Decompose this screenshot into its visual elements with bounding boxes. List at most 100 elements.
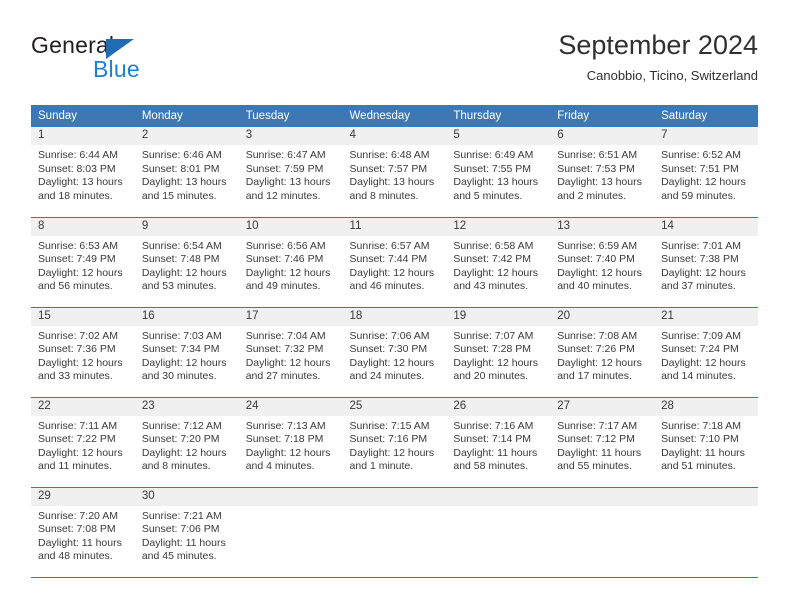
calendar-day-cell[interactable]: 22 Sunrise: 7:11 AM Sunset: 7:22 PM Dayligh…: [31, 397, 135, 488]
day-details: Sunrise: 7:18 AM Sunset: 7:10 PM Daylight:…: [654, 416, 758, 474]
day-number: 8: [31, 217, 135, 236]
day-number: 23: [134, 397, 239, 416]
sunrise-time: Sunrise: 6:56 AM: [245, 239, 326, 252]
sunrise-time: Sunrise: 7:06 AM: [349, 329, 430, 342]
day-number: 7: [654, 127, 758, 145]
sunrise-time: Sunrise: 6:53 AM: [38, 239, 118, 252]
day-details: Sunrise: 6:44 AM Sunset: 8:03 PM Daylight:…: [31, 145, 135, 203]
calendar-day-cell[interactable]: 12 Sunrise: 6:58 AM Sunset: 7:42 PM Dayligh…: [446, 217, 551, 308]
daylight-line1: Daylight: 12 hours: [349, 446, 435, 459]
daylight-line2: and 17 minutes.: [557, 370, 632, 383]
sunset-time: Sunset: 7:18 PM: [245, 433, 324, 446]
sunset-time: Sunset: 7:46 PM: [245, 253, 324, 266]
daylight-line1: Daylight: 12 hours: [38, 356, 123, 369]
calendar-day-cell[interactable]: 11 Sunrise: 6:57 AM Sunset: 7:44 PM Dayligh…: [342, 217, 447, 308]
calendar-day-cell[interactable]: 27 Sunrise: 7:17 AM Sunset: 7:12 PM Dayligh…: [550, 397, 655, 488]
sunrise-time: Sunrise: 7:20 AM: [38, 509, 118, 522]
sunset-time: Sunset: 7:14 PM: [453, 433, 532, 446]
calendar-day-cell[interactable]: 30 Sunrise: 7:21 AM Sunset: 7:06 PM Dayligh…: [134, 487, 239, 578]
column-header-tuesday: Tuesday: [238, 105, 343, 127]
calendar-day-cell[interactable]: 8 Sunrise: 6:53 AM Sunset: 7:49 PM Daylight…: [31, 217, 135, 308]
calendar-day-cell[interactable]: 24 Sunrise: 7:13 AM Sunset: 7:18 PM Dayligh…: [238, 397, 343, 488]
day-details: Sunrise: 7:20 AM Sunset: 7:08 PM Daylight:…: [31, 506, 135, 564]
sunrise-time: Sunrise: 7:02 AM: [38, 329, 118, 342]
calendar-day-cell[interactable]: 15 Sunrise: 7:02 AM Sunset: 7:36 PM Dayligh…: [31, 307, 135, 398]
calendar-day-cell[interactable]: 5 Sunrise: 6:49 AM Sunset: 7:55 PM Daylight…: [446, 127, 551, 218]
sunrise-time: Sunrise: 7:16 AM: [453, 419, 534, 432]
day-details: Sunrise: 7:13 AM Sunset: 7:18 PM Daylight:…: [239, 416, 343, 474]
day-number: 13: [550, 217, 655, 236]
calendar-day-cell[interactable]: 28 Sunrise: 7:18 AM Sunset: 7:10 PM Dayligh…: [654, 397, 758, 488]
calendar-day-cell[interactable]: 7 Sunrise: 6:52 AM Sunset: 7:51 PM Daylight…: [654, 127, 758, 218]
calendar-page: General Blue September 2024 Canobbio, Ti…: [0, 0, 792, 612]
sunset-time: Sunset: 7:24 PM: [661, 343, 739, 356]
sunset-time: Sunset: 7:34 PM: [141, 343, 220, 356]
sunset-time: Sunset: 7:06 PM: [141, 523, 220, 536]
calendar-day-cell[interactable]: 19 Sunrise: 7:07 AM Sunset: 7:28 PM Dayligh…: [446, 307, 551, 398]
sunset-time: Sunset: 7:40 PM: [557, 253, 635, 266]
general-blue-logo[interactable]: General Blue: [31, 32, 251, 94]
sunrise-time: Sunrise: 6:47 AM: [245, 149, 326, 161]
daylight-line2: and 4 minutes.: [245, 460, 315, 473]
calendar-day-cell[interactable]: 18 Sunrise: 7:06 AM Sunset: 7:30 PM Dayligh…: [342, 307, 447, 398]
day-number: 16: [134, 307, 239, 326]
daylight-line1: Daylight: 13 hours: [557, 176, 642, 189]
calendar-day-cell[interactable]: 3 Sunrise: 6:47 AM Sunset: 7:59 PM Daylight…: [238, 127, 343, 218]
calendar-day-cell[interactable]: 14 Sunrise: 7:01 AM Sunset: 7:38 PM Dayligh…: [654, 217, 758, 308]
calendar-table: Sunday Monday Tuesday Wednesday Thursday…: [31, 105, 758, 578]
daylight-line2: and 24 minutes.: [349, 370, 425, 383]
daylight-line2: and 12 minutes.: [245, 189, 321, 202]
calendar-empty-cell: [654, 487, 758, 578]
day-number: 19: [446, 307, 551, 326]
daylight-line1: Daylight: 11 hours: [557, 446, 642, 459]
daylight-line2: and 37 minutes.: [661, 280, 736, 293]
page-header: General Blue September 2024 Canobbio, Ti…: [31, 28, 758, 100]
daylight-line1: Daylight: 12 hours: [661, 176, 746, 189]
sunset-time: Sunset: 7:38 PM: [661, 253, 739, 266]
sunset-time: Sunset: 7:48 PM: [141, 253, 220, 266]
calendar-day-cell[interactable]: 9 Sunrise: 6:54 AM Sunset: 7:48 PM Daylight…: [134, 217, 239, 308]
day-details: Sunrise: 6:54 AM Sunset: 7:48 PM Daylight:…: [135, 236, 239, 294]
sunrise-time: Sunrise: 7:21 AM: [141, 509, 222, 522]
daylight-line2: and 30 minutes.: [141, 370, 217, 383]
sunset-time: Sunset: 8:01 PM: [141, 162, 220, 175]
daylight-line1: Daylight: 12 hours: [349, 356, 435, 369]
calendar-day-cell[interactable]: 20 Sunrise: 7:08 AM Sunset: 7:26 PM Dayligh…: [550, 307, 655, 398]
calendar-day-cell[interactable]: 29 Sunrise: 7:20 AM Sunset: 7:08 PM Dayligh…: [31, 487, 135, 578]
daylight-line1: Daylight: 12 hours: [661, 356, 746, 369]
sunset-time: Sunset: 8:03 PM: [38, 162, 116, 175]
sunrise-time: Sunrise: 7:18 AM: [661, 419, 742, 432]
daylight-line1: Daylight: 12 hours: [141, 446, 227, 459]
calendar-day-cell[interactable]: 10 Sunrise: 6:56 AM Sunset: 7:46 PM Dayligh…: [238, 217, 343, 308]
day-details: Sunrise: 7:06 AM Sunset: 7:30 PM Daylight:…: [343, 326, 447, 384]
sunset-time: Sunset: 7:28 PM: [453, 343, 532, 356]
calendar-day-cell[interactable]: 13 Sunrise: 6:59 AM Sunset: 7:40 PM Dayligh…: [550, 217, 655, 308]
day-details: Sunrise: 6:59 AM Sunset: 7:40 PM Daylight:…: [550, 236, 654, 294]
calendar-day-cell[interactable]: 4 Sunrise: 6:48 AM Sunset: 7:57 PM Daylight…: [342, 127, 447, 218]
day-details: Sunrise: 6:46 AM Sunset: 8:01 PM Daylight:…: [135, 145, 239, 203]
calendar-day-cell[interactable]: 6 Sunrise: 6:51 AM Sunset: 7:53 PM Daylight…: [550, 127, 655, 218]
day-number: [654, 487, 758, 506]
daylight-line1: Daylight: 12 hours: [245, 266, 331, 279]
calendar-day-cell[interactable]: 16 Sunrise: 7:03 AM Sunset: 7:34 PM Dayligh…: [134, 307, 239, 398]
calendar-day-cell[interactable]: 21 Sunrise: 7:09 AM Sunset: 7:24 PM Dayligh…: [654, 307, 758, 398]
daylight-line1: Daylight: 13 hours: [349, 176, 435, 189]
calendar-header-row: Sunday Monday Tuesday Wednesday Thursday…: [31, 105, 758, 127]
sunset-time: Sunset: 7:57 PM: [349, 162, 428, 175]
calendar-day-cell[interactable]: 17 Sunrise: 7:04 AM Sunset: 7:32 PM Dayligh…: [238, 307, 343, 398]
daylight-line2: and 58 minutes.: [453, 460, 529, 473]
day-details: Sunrise: 7:15 AM Sunset: 7:16 PM Daylight:…: [343, 416, 447, 474]
calendar-day-cell[interactable]: 25 Sunrise: 7:15 AM Sunset: 7:16 PM Dayligh…: [342, 397, 447, 488]
day-details: Sunrise: 7:01 AM Sunset: 7:38 PM Daylight:…: [654, 236, 758, 294]
calendar-day-cell[interactable]: 1 Sunrise: 6:44 AM Sunset: 8:03 PM Daylight…: [31, 127, 135, 218]
day-details: Sunrise: 7:11 AM Sunset: 7:22 PM Daylight:…: [31, 416, 135, 474]
daylight-line2: and 59 minutes.: [661, 189, 736, 202]
day-details: Sunrise: 7:21 AM Sunset: 7:06 PM Daylight:…: [135, 506, 239, 564]
calendar-day-cell[interactable]: 2 Sunrise: 6:46 AM Sunset: 8:01 PM Daylight…: [134, 127, 239, 218]
calendar-day-cell[interactable]: 23 Sunrise: 7:12 AM Sunset: 7:20 PM Dayligh…: [134, 397, 239, 488]
daylight-line2: and 2 minutes.: [557, 189, 627, 202]
calendar-day-cell[interactable]: 26 Sunrise: 7:16 AM Sunset: 7:14 PM Dayligh…: [446, 397, 551, 488]
daylight-line2: and 51 minutes.: [661, 460, 736, 473]
column-header-thursday: Thursday: [446, 105, 551, 127]
sunrise-time: Sunrise: 7:08 AM: [557, 329, 638, 342]
